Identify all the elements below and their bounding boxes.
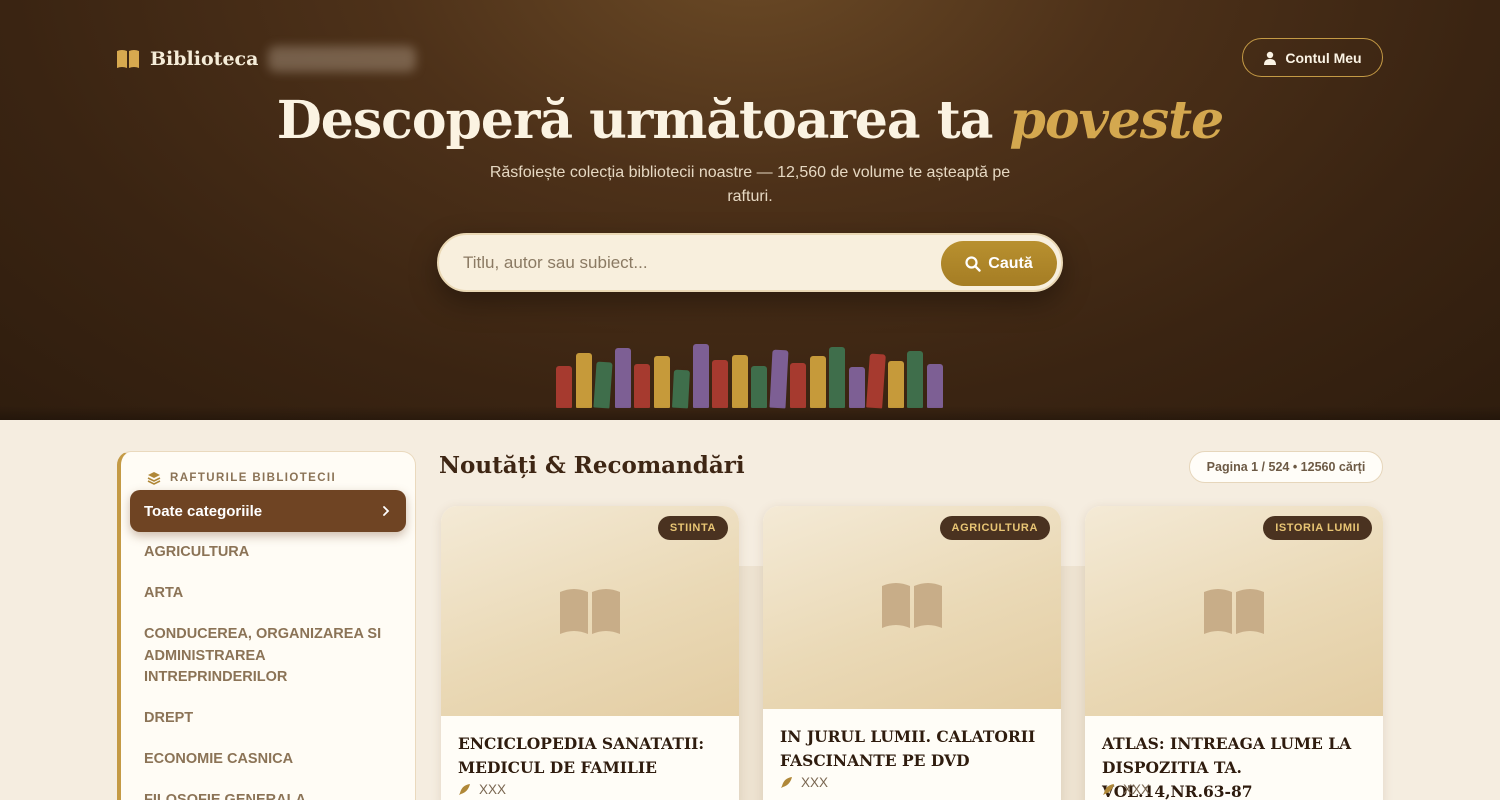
book-card[interactable]: AGRICULTURA IN JURUL LUMII. CALATORII FA… (763, 506, 1061, 800)
decorative-book-spine (653, 356, 670, 408)
user-icon (1264, 51, 1277, 65)
hero-subtitle: Răsfoiește colecția bibliotecii noastre … (489, 164, 1011, 205)
decorative-book-spine (614, 348, 631, 408)
decorative-book-spine (790, 363, 806, 408)
search-bar: Caută (437, 233, 1063, 292)
book-cover: ISTORIA LUMII (1085, 506, 1383, 716)
category-item-arta[interactable]: ARTA (144, 583, 394, 605)
book-author: XXX (1102, 782, 1150, 797)
book-card[interactable]: ISTORIA LUMII ATLAS: INTREAGA LUME LA DI… (1085, 506, 1383, 800)
section-title: Noutăți & Recomandări (439, 452, 745, 479)
decorative-book-spine (887, 361, 904, 408)
book-author: XXX (780, 775, 828, 790)
chevron-right-icon (383, 506, 390, 516)
account-button-label: Contul Meu (1285, 49, 1362, 66)
book-cover: STIINTA (441, 506, 739, 716)
decorative-book-spine (692, 344, 709, 408)
feather-icon (781, 777, 792, 788)
category-sidebar: RAFTURILE BIBLIOTECII Toate categoriile … (117, 451, 416, 800)
category-item-conducerea[interactable]: CONDUCEREA, ORGANIZAREA SI ADMINISTRAREA… (144, 624, 394, 689)
book-author-name: XXX (801, 775, 829, 790)
search-button[interactable]: Caută (941, 241, 1057, 286)
category-item-drept[interactable]: DREPT (144, 708, 394, 730)
decorative-book-spine (575, 353, 592, 408)
decorative-book-spine (829, 347, 845, 408)
category-item-economie-casnica[interactable]: ECONOMIE CASNICA (144, 749, 394, 771)
open-book-icon (117, 50, 139, 68)
decorative-book-spine (809, 356, 826, 408)
sidebar-heading: RAFTURILE BIBLIOTECII (170, 472, 337, 484)
decorative-book-spine (751, 366, 767, 408)
decorative-book-spine (593, 361, 613, 409)
hero-title: Descoperă următoarea ta poveste (276, 90, 1225, 151)
brand-name: Biblioteca (150, 48, 259, 70)
category-item-filosofie-generala[interactable]: FILOSOFIE GENERALA (144, 790, 394, 800)
decorative-book-spine (907, 351, 923, 408)
category-badge: ISTORIA LUMII (1263, 516, 1372, 540)
book-placeholder-icon (1204, 589, 1264, 634)
sidebar-header: RAFTURILE BIBLIOTECII (147, 471, 336, 485)
hero-divider (0, 406, 1500, 420)
decorative-book-spine (712, 360, 728, 408)
decorative-book-spine (634, 364, 650, 408)
feather-icon (1103, 784, 1114, 795)
book-placeholder-icon (560, 589, 620, 634)
decorative-book-spine (768, 349, 789, 409)
category-item-agricultura[interactable]: AGRICULTURA (144, 542, 394, 564)
decorative-bookshelf (550, 338, 950, 412)
decorative-book-spine (848, 367, 865, 408)
search-input[interactable] (463, 249, 933, 277)
book-author-name: XXX (1123, 782, 1151, 797)
book-title[interactable]: IN JURUL LUMII. CALATORII FASCINANTE PE … (780, 725, 1046, 773)
account-button[interactable]: Contul Meu (1242, 38, 1383, 77)
pagination-info: Pagina 1 / 524 • 12560 cărți (1189, 451, 1383, 483)
category-all-label: Toate categoriile (144, 502, 263, 520)
search-icon (965, 255, 981, 272)
hero-section: Biblioteca Contul Meu Descoperă următoar… (0, 0, 1500, 420)
card-gap (1060, 566, 1086, 800)
search-button-label: Caută (988, 254, 1033, 272)
decorative-book-spine (672, 369, 690, 409)
category-badge: AGRICULTURA (939, 516, 1050, 540)
book-author: XXX (458, 782, 506, 797)
brand[interactable]: Biblioteca (116, 46, 417, 72)
layers-icon (147, 472, 161, 485)
decorative-book-spine (926, 364, 943, 408)
decorative-book-spine (866, 353, 886, 409)
card-gap (737, 566, 763, 800)
brand-name-redacted (268, 46, 417, 72)
decorative-book-spine (731, 355, 748, 408)
book-card[interactable]: STIINTA ENCICLOPEDIA SANATATII: MEDICUL … (441, 506, 739, 800)
hero-title-accent: poveste (1009, 90, 1225, 151)
decorative-book-spine (556, 366, 572, 408)
category-all[interactable]: Toate categoriile (130, 490, 406, 532)
book-author-name: XXX (479, 782, 507, 797)
category-badge: STIINTA (657, 516, 728, 540)
feather-icon (459, 784, 470, 795)
book-placeholder-icon (882, 583, 942, 628)
book-title[interactable]: ENCICLOPEDIA SANATATII: MEDICUL DE FAMIL… (458, 732, 724, 780)
book-cover: AGRICULTURA (763, 506, 1061, 709)
